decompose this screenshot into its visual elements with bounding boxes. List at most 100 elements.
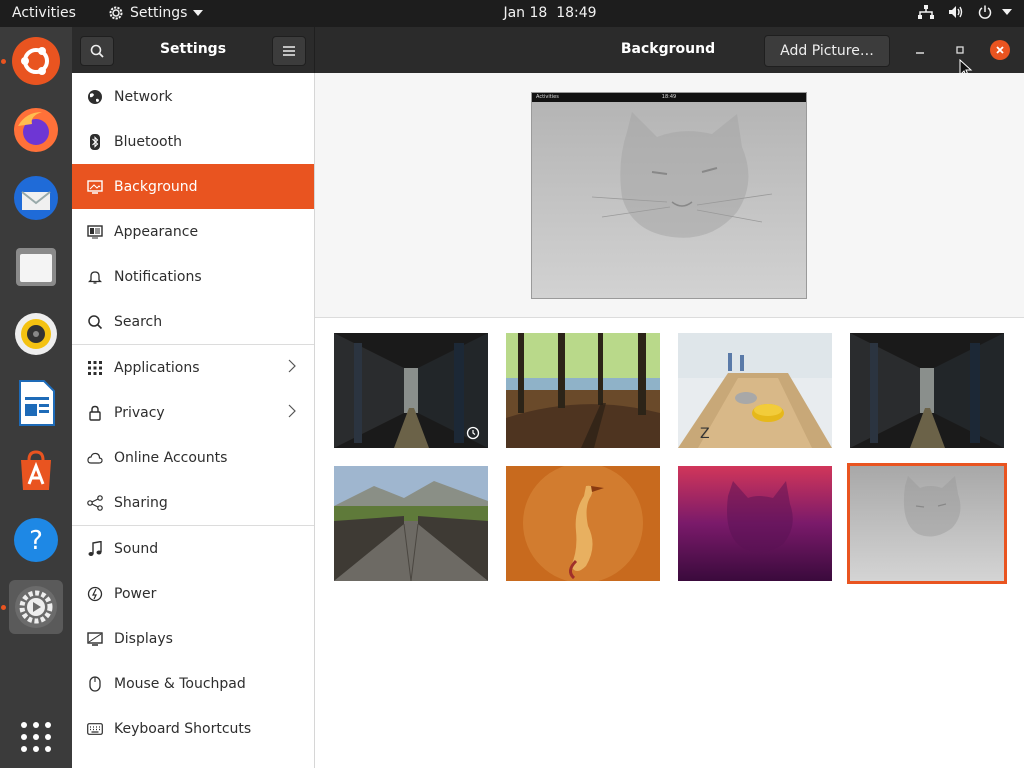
- sidebar-item-sound[interactable]: Sound: [72, 526, 314, 571]
- sidebar-item-bluetooth[interactable]: Bluetooth: [72, 119, 314, 164]
- dock-show-applications[interactable]: [9, 710, 63, 764]
- dock: ?: [0, 27, 72, 768]
- sidebar-item-label: Privacy: [114, 404, 165, 421]
- menu-button[interactable]: [272, 36, 306, 66]
- grid-icon: [86, 359, 104, 377]
- chevron-down-icon: [1002, 9, 1012, 15]
- dock-thunderbird[interactable]: [9, 171, 63, 225]
- sidebar-item-mouse-touchpad[interactable]: Mouse & Touchpad: [72, 661, 314, 706]
- sidebar-item-label: Network: [114, 88, 173, 105]
- background-panel: Activities 18:49 Z: [315, 73, 1024, 768]
- sidebar-item-label: Online Accounts: [114, 449, 228, 466]
- sidebar-item-label: Search: [114, 313, 163, 330]
- search-icon: [86, 313, 104, 331]
- maximize-button[interactable]: [950, 40, 970, 60]
- forest-lake-image: [506, 333, 660, 448]
- add-picture-button[interactable]: Add Picture…: [764, 35, 890, 67]
- search-icon: [90, 44, 104, 58]
- wallpaper-thumbnail[interactable]: [506, 466, 660, 581]
- sidebar-item-sharing[interactable]: Sharing: [72, 480, 314, 525]
- wallpaper-thumbnail[interactable]: Z: [678, 333, 832, 448]
- bird-illustration-image: [506, 466, 660, 581]
- running-indicator: [1, 59, 6, 64]
- sidebar-item-applications[interactable]: Applications: [72, 345, 314, 390]
- svg-text:Z: Z: [700, 426, 710, 442]
- close-button[interactable]: [990, 40, 1010, 60]
- minimize-icon: [916, 52, 924, 54]
- settings-icon: [15, 586, 57, 628]
- libreoffice-writer-icon: [19, 380, 55, 426]
- subway-platform-image: [334, 333, 488, 448]
- dock-software[interactable]: [9, 444, 63, 498]
- sidebar-item-label: Keyboard Shortcuts: [114, 720, 252, 737]
- dock-rhythmbox[interactable]: [9, 307, 63, 361]
- share-icon: [86, 494, 104, 512]
- time-label: 18:49: [556, 5, 597, 21]
- settings-title: Settings: [159, 41, 227, 57]
- monitor-icon: [86, 178, 104, 196]
- wallpaper-thumbnail-selected[interactable]: [847, 463, 1007, 584]
- sidebar-item-displays[interactable]: Displays: [72, 616, 314, 661]
- preview-area: Activities 18:49: [315, 73, 1024, 318]
- ubuntu-software-icon: [21, 450, 51, 490]
- shuffleboard-image: Z: [678, 333, 832, 448]
- rhythmbox-icon: [15, 313, 57, 355]
- search-button[interactable]: [80, 36, 114, 66]
- network-icon: [918, 5, 934, 19]
- keyboard-icon: [86, 720, 104, 738]
- sidebar-item-keyboard-shortcuts[interactable]: Keyboard Shortcuts: [72, 706, 314, 751]
- minimize-button[interactable]: [910, 40, 930, 60]
- chevron-right-icon: [288, 404, 296, 418]
- sidebar-item-background[interactable]: Background: [72, 164, 314, 209]
- system-tray[interactable]: [918, 5, 1012, 19]
- dock-firefox[interactable]: [9, 103, 63, 157]
- page-title: Background: [620, 41, 716, 57]
- sidebar-item-label: Bluetooth: [114, 133, 182, 150]
- sidebar-item-power[interactable]: Power: [72, 571, 314, 616]
- sidebar-item-label: Appearance: [114, 223, 199, 240]
- music-note-icon: [86, 540, 104, 558]
- show-applications-icon: [21, 722, 51, 752]
- clock[interactable]: Jan 18 18:49: [0, 5, 1024, 21]
- sidebar-item-label: Displays: [114, 630, 173, 647]
- running-indicator: [1, 605, 6, 610]
- gray-cat-image: [850, 466, 1004, 581]
- appearance-icon: [86, 223, 104, 241]
- ubuntu-logo-icon: [12, 37, 60, 85]
- lock-icon: [86, 404, 104, 422]
- sidebar-item-online-accounts[interactable]: Online Accounts: [72, 435, 314, 480]
- preview-topbar: Activities 18:49: [532, 93, 806, 102]
- header-divider: [314, 27, 315, 73]
- dock-ubuntu[interactable]: [9, 34, 63, 88]
- wallpaper-thumbnail[interactable]: [334, 466, 488, 581]
- help-icon: ?: [14, 518, 58, 562]
- dock-files[interactable]: [9, 240, 63, 294]
- thunderbird-icon: [14, 176, 58, 220]
- sidebar-item-label: Power: [114, 585, 157, 602]
- sidebar-item-label: Sharing: [114, 494, 168, 511]
- bluetooth-icon: [86, 133, 104, 151]
- sidebar-item-notifications[interactable]: Notifications: [72, 254, 314, 299]
- cloud-icon: [86, 449, 104, 467]
- sidebar-item-label: Sound: [114, 540, 159, 557]
- cat-sketch-image: [591, 112, 773, 238]
- volume-icon: [949, 6, 963, 18]
- sidebar-item-appearance[interactable]: Appearance: [72, 209, 314, 254]
- power-icon: [978, 5, 992, 19]
- wallpaper-thumbnail[interactable]: [678, 466, 832, 581]
- dock-writer[interactable]: [9, 376, 63, 430]
- purple-cat-image: [678, 466, 832, 581]
- svg-text:?: ?: [29, 526, 43, 556]
- sidebar-item-search[interactable]: Search: [72, 299, 314, 344]
- sidebar-item-network[interactable]: Network: [72, 74, 314, 119]
- wallpaper-thumbnail[interactable]: [850, 333, 1004, 448]
- dock-settings[interactable]: [9, 580, 63, 634]
- wallpaper-thumbnail[interactable]: [334, 333, 488, 448]
- sidebar-item-label: Notifications: [114, 268, 202, 285]
- close-icon: [996, 46, 1004, 54]
- sidebar-item-privacy[interactable]: Privacy: [72, 390, 314, 435]
- bridge-mountain-image: [334, 466, 488, 581]
- bell-icon: [86, 268, 104, 286]
- wallpaper-thumbnail[interactable]: [506, 333, 660, 448]
- dock-help[interactable]: ?: [9, 513, 63, 567]
